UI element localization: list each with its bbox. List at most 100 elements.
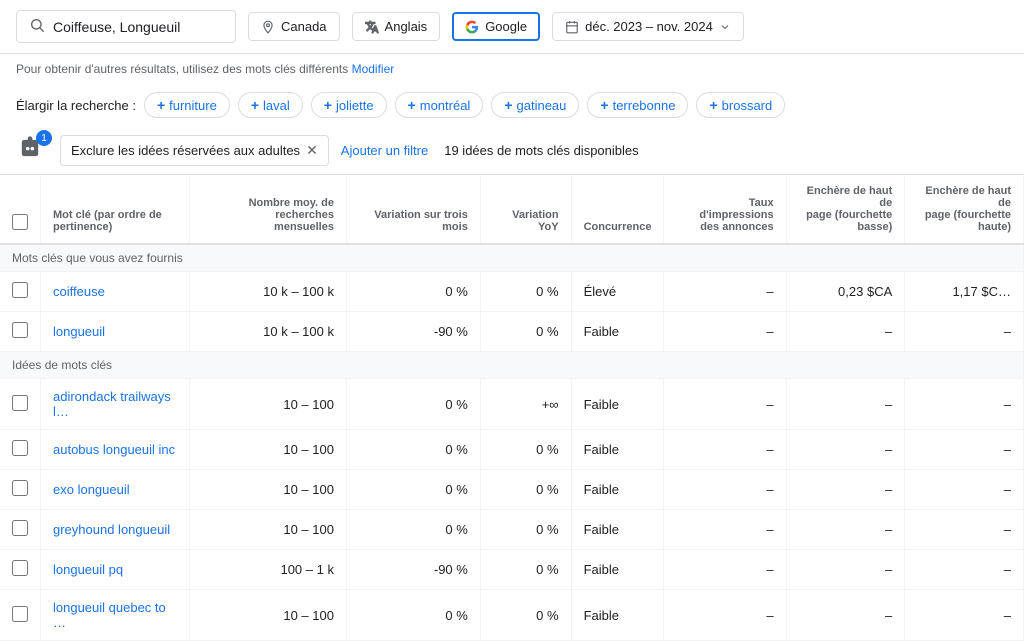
plus-icon: + (709, 97, 717, 113)
chip-gatineau-label: gatineau (517, 98, 567, 113)
exclusion-pill[interactable]: Exclure les idées réservées aux adultes … (60, 135, 329, 166)
header-keyword[interactable]: Mot clé (par ordre depertinence) (41, 175, 190, 244)
row-checkbox-cell[interactable] (0, 272, 41, 312)
expand-row: Élargir la recherche : + furniture + lav… (0, 84, 1024, 126)
variation3m-cell: 0 % (346, 470, 480, 510)
robot-icon-container: 1 (16, 134, 48, 166)
row-checkbox-cell[interactable] (0, 470, 41, 510)
header-bid-low-label: Enchère de haut depage (fourchettebasse) (806, 185, 892, 233)
close-icon[interactable]: ✕ (306, 142, 318, 159)
keyword-link[interactable]: longueuil quebec to … (53, 600, 166, 630)
impressions-cell: – (664, 550, 786, 590)
language-filter[interactable]: Anglais (352, 12, 441, 41)
bid-high-cell: – (905, 430, 1024, 470)
calendar-icon (565, 20, 579, 34)
row-checkbox[interactable] (12, 395, 28, 411)
chip-terrebonne-label: terrebonne (613, 98, 676, 113)
variationyoy-cell: 0 % (480, 272, 571, 312)
variation3m-cell: 0 % (346, 430, 480, 470)
row-checkbox-cell[interactable] (0, 510, 41, 550)
keyword-link[interactable]: adirondack trailways l… (53, 389, 171, 419)
header-bid-high[interactable]: Enchère de haut depage (fourchettehaute) (905, 175, 1024, 244)
bid-high-cell: – (905, 590, 1024, 641)
row-checkbox[interactable] (12, 520, 28, 536)
impressions-cell: – (664, 272, 786, 312)
keyword-link[interactable]: autobus longueuil inc (53, 442, 175, 457)
keywords-table-wrapper: Mot clé (par ordre depertinence) Nombre … (0, 175, 1024, 641)
chip-joliette[interactable]: + joliette (311, 92, 387, 118)
searches-cell: 10 – 100 (190, 590, 347, 641)
variation3m-cell: 0 % (346, 379, 480, 430)
row-checkbox-cell[interactable] (0, 430, 41, 470)
variation3m-cell: 0 % (346, 272, 480, 312)
chip-laval[interactable]: + laval (238, 92, 303, 118)
header-variationyoy[interactable]: Variation YoY (480, 175, 571, 244)
keyword-link[interactable]: exo longueuil (53, 482, 130, 497)
header-variation3m[interactable]: Variation sur trois mois (346, 175, 480, 244)
keyword-link[interactable]: greyhound longueuil (53, 522, 170, 537)
engine-filter[interactable]: Google (452, 12, 540, 41)
keyword-cell: longueuil pq (41, 550, 190, 590)
row-checkbox-cell[interactable] (0, 379, 41, 430)
language-label: Anglais (385, 19, 428, 34)
search-icon (29, 17, 45, 36)
table-row: coiffeuse 10 k – 100 k 0 % 0 % Élevé – 0… (0, 272, 1024, 312)
row-checkbox[interactable] (12, 440, 28, 456)
bid-low-cell: – (786, 379, 905, 430)
row-checkbox[interactable] (12, 322, 28, 338)
row-checkbox[interactable] (12, 560, 28, 576)
variation3m-cell: -90 % (346, 550, 480, 590)
variationyoy-cell: 0 % (480, 430, 571, 470)
header-searches[interactable]: Nombre moy. de recherchesmensuelles (190, 175, 347, 244)
impressions-cell: – (664, 430, 786, 470)
bid-low-cell: – (786, 590, 905, 641)
badge-count: 1 (36, 130, 52, 146)
filter-row: 1 Exclure les idées réservées aux adulte… (0, 126, 1024, 175)
country-label: Canada (281, 19, 327, 34)
select-all-checkbox[interactable] (12, 214, 28, 230)
row-checkbox[interactable] (12, 480, 28, 496)
chip-montreal[interactable]: + montréal (395, 92, 484, 118)
chip-terrebonne[interactable]: + terrebonne (587, 92, 688, 118)
bid-high-cell: – (905, 470, 1024, 510)
chip-gatineau[interactable]: + gatineau (491, 92, 579, 118)
bid-high-cell: – (905, 312, 1024, 352)
keyword-link[interactable]: longueuil pq (53, 562, 123, 577)
chip-joliette-label: joliette (336, 98, 374, 113)
header-impressions[interactable]: Taux d'impressionsdes annonces (664, 175, 786, 244)
plus-icon: + (251, 97, 259, 113)
bid-low-cell: 0,23 $CA (786, 272, 905, 312)
variation3m-cell: 0 % (346, 590, 480, 641)
country-filter[interactable]: Canada (248, 12, 340, 41)
keyword-link[interactable]: coiffeuse (53, 284, 105, 299)
chevron-down-icon (719, 21, 731, 33)
row-checkbox[interactable] (12, 606, 28, 622)
row-checkbox-cell[interactable] (0, 312, 41, 352)
header-competition[interactable]: Concurrence (571, 175, 664, 244)
competition-cell: Faible (571, 430, 664, 470)
google-icon (465, 20, 479, 34)
row-checkbox[interactable] (12, 282, 28, 298)
row-checkbox-cell[interactable] (0, 550, 41, 590)
section-ideas-label: Idées de mots clés (0, 352, 1024, 379)
section-provided-header: Mots clés que vous avez fournis (0, 244, 1024, 272)
keyword-link[interactable]: longueuil (53, 324, 105, 339)
searches-cell: 10 k – 100 k (190, 272, 347, 312)
top-bar: Coiffeuse, Longueuil Canada Anglais Goog… (0, 0, 1024, 54)
checkbox-header (0, 175, 41, 244)
searches-cell: 10 k – 100 k (190, 312, 347, 352)
variation3m-cell: 0 % (346, 510, 480, 550)
table-row: exo longueuil 10 – 100 0 % 0 % Faible – … (0, 470, 1024, 510)
header-variation3m-label: Variation sur trois mois (374, 209, 468, 233)
date-filter[interactable]: déc. 2023 – nov. 2024 (552, 12, 744, 41)
header-bid-low[interactable]: Enchère de haut depage (fourchettebasse) (786, 175, 905, 244)
search-box[interactable]: Coiffeuse, Longueuil (16, 10, 236, 43)
chip-furniture[interactable]: + furniture (144, 92, 230, 118)
row-checkbox-cell[interactable] (0, 590, 41, 641)
modifier-link[interactable]: Modifier (352, 62, 395, 76)
chip-brossard[interactable]: + brossard (696, 92, 785, 118)
add-filter-button[interactable]: Ajouter un filtre (341, 143, 428, 158)
plus-icon: + (157, 97, 165, 113)
section-provided-label: Mots clés que vous avez fournis (0, 244, 1024, 272)
bid-high-cell: – (905, 510, 1024, 550)
